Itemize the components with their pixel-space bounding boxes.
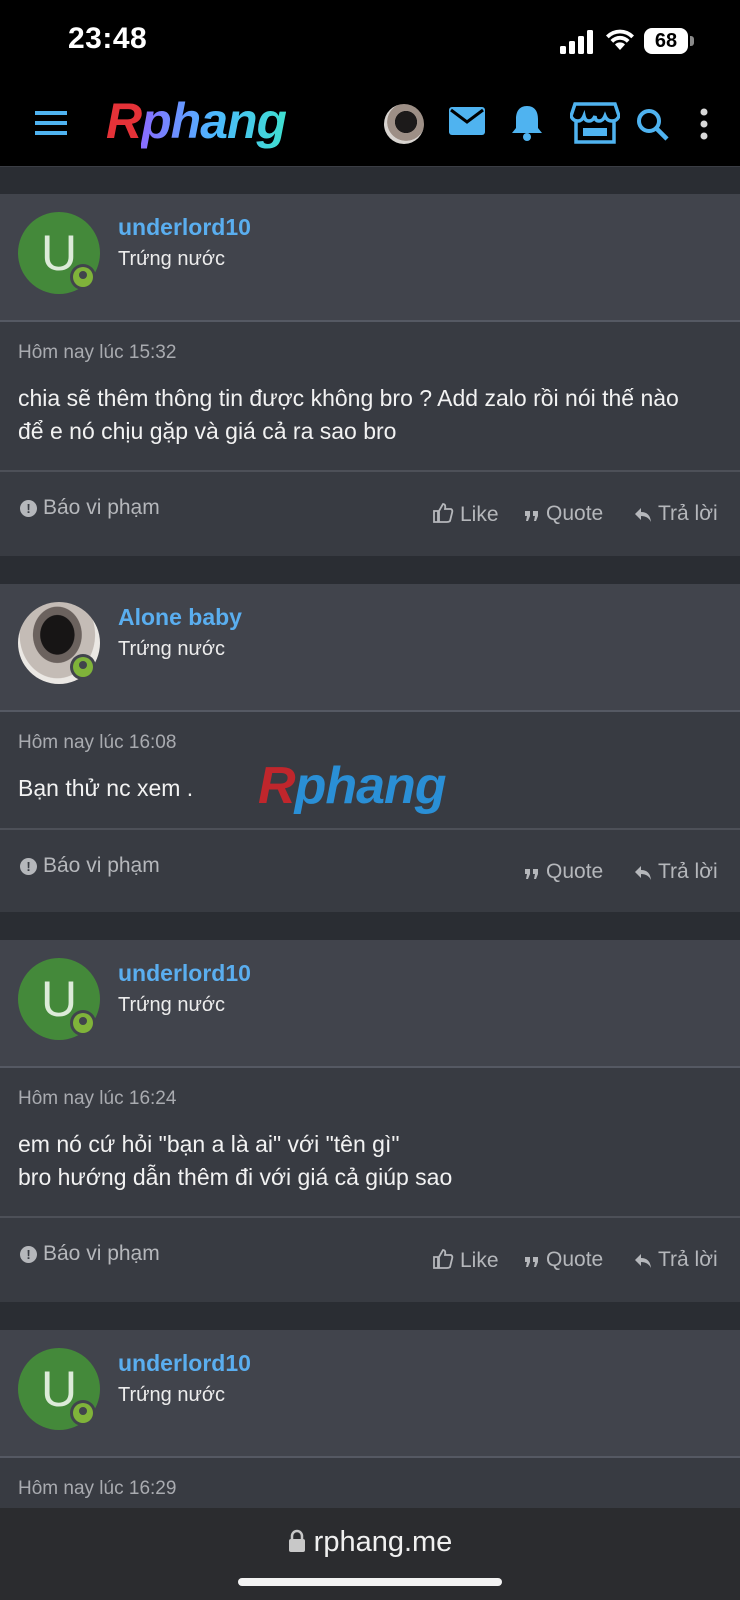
quote-icon: [525, 869, 538, 879]
reply-icon: [635, 508, 651, 522]
quote-button[interactable]: Quote: [524, 502, 603, 526]
user-title: Trứng nước: [118, 994, 225, 1016]
signal-icon: [560, 30, 596, 54]
post-actions: ! Báo vi phạm Like Quote Trả lời: [0, 470, 740, 556]
quote-label: Quote: [546, 860, 604, 883]
report-label: Báo vi phạm: [43, 496, 160, 519]
username-link[interactable]: underlord10: [118, 1350, 251, 1377]
like-button[interactable]: Like: [432, 502, 499, 527]
quote-button[interactable]: Quote: [524, 860, 603, 884]
browser-url-bar[interactable]: rphang.me: [0, 1508, 740, 1600]
post-date[interactable]: Hôm nay lúc 16:08: [18, 732, 176, 754]
report-label: Báo vi phạm: [43, 1242, 160, 1265]
online-status-icon: [70, 1010, 96, 1036]
watermark-letter: R: [258, 757, 296, 815]
watermark-text: phang: [294, 757, 447, 815]
post-2: Alone baby Trứng nước Hôm nay lúc 16:08 …: [0, 584, 740, 912]
quote-button[interactable]: Quote: [524, 1248, 603, 1272]
post-date[interactable]: Hôm nay lúc 16:29: [18, 1478, 176, 1500]
reply-label: Trả lời: [658, 860, 718, 883]
username-link[interactable]: underlord10: [118, 960, 251, 987]
reply-button[interactable]: Trả lời: [634, 502, 718, 526]
bell-icon[interactable]: [510, 104, 544, 142]
report-button[interactable]: ! Báo vi phạm: [20, 496, 160, 520]
like-label: Like: [460, 503, 499, 526]
thumbs-up-icon: [433, 503, 454, 523]
post-header: U underlord10 Trứng nước: [0, 194, 740, 322]
post-text-line: bro hướng dẫn thêm đi với giá cả giúp sa…: [18, 1164, 453, 1190]
thumbs-up-icon: [433, 1249, 454, 1269]
status-bar: 23:48: [0, 0, 740, 82]
battery-tip: [690, 36, 694, 46]
quote-icon: [525, 511, 538, 521]
menu-icon[interactable]: [34, 108, 68, 138]
post-actions: ! Báo vi phạm Quote Trả lời: [0, 828, 740, 914]
battery-level: 68: [654, 30, 678, 52]
online-status-icon: [70, 654, 96, 680]
logo-letter: R: [106, 93, 142, 149]
post-text-line: để e nó chịu gặp và giá cả ra sao bro: [18, 418, 397, 444]
site-logo[interactable]: Rphang: [106, 92, 287, 150]
post-header: Alone baby Trứng nước: [0, 584, 740, 712]
post-1: U underlord10 Trứng nước Hôm nay lúc 15:…: [0, 194, 740, 556]
post-body: em nó cứ hỏi "bạn a là ai" với "tên gì" …: [18, 1128, 718, 1194]
reply-icon: [635, 866, 651, 880]
online-status-icon: [70, 1400, 96, 1426]
alert-icon: !: [20, 1246, 37, 1263]
post-date[interactable]: Hôm nay lúc 15:32: [18, 342, 176, 364]
username-link[interactable]: Alone baby: [118, 604, 242, 631]
reply-button[interactable]: Trả lời: [634, 1248, 718, 1272]
like-label: Like: [460, 1249, 499, 1272]
watermark-logo: Rphang: [258, 756, 447, 816]
username-link[interactable]: underlord10: [118, 214, 251, 241]
search-icon[interactable]: [636, 108, 670, 142]
report-button[interactable]: ! Báo vi phạm: [20, 1242, 160, 1266]
online-status-icon: [70, 264, 96, 290]
user-title: Trứng nước: [118, 1384, 225, 1406]
avatar[interactable]: [384, 104, 424, 144]
wifi-icon: [606, 29, 634, 50]
post-body: chia sẽ thêm thông tin được không bro ? …: [18, 382, 718, 448]
status-time: 23:48: [68, 22, 148, 55]
store-icon[interactable]: [570, 102, 620, 144]
post-header: U underlord10 Trứng nước: [0, 940, 740, 1068]
like-button[interactable]: Like: [432, 1248, 499, 1273]
quote-icon: [525, 1257, 538, 1267]
home-indicator[interactable]: [238, 1578, 502, 1586]
post-text-line: em nó cứ hỏi "bạn a là ai" với "tên gì": [18, 1131, 400, 1157]
reply-label: Trả lời: [658, 502, 718, 525]
quote-label: Quote: [546, 502, 604, 525]
url-display[interactable]: rphang.me: [0, 1526, 740, 1559]
mail-icon[interactable]: [448, 106, 486, 136]
user-title: Trứng nước: [118, 638, 225, 660]
report-button[interactable]: ! Báo vi phạm: [20, 854, 160, 878]
more-vertical-icon[interactable]: [698, 108, 710, 140]
logo-text: phang: [141, 93, 287, 149]
post-header: U underlord10 Trứng nước: [0, 1330, 740, 1458]
alert-icon: !: [20, 858, 37, 875]
reply-button[interactable]: Trả lời: [634, 860, 718, 884]
alert-icon: !: [20, 500, 37, 517]
post-text-line: chia sẽ thêm thông tin được không bro ? …: [18, 385, 679, 411]
battery-icon: 68: [644, 28, 688, 54]
post-4: U underlord10 Trứng nước Hôm nay lúc 16:…: [0, 1330, 740, 1520]
post-actions: ! Báo vi phạm Like Quote Trả lời: [0, 1216, 740, 1302]
post-3: U underlord10 Trứng nước Hôm nay lúc 16:…: [0, 940, 740, 1302]
quote-label: Quote: [546, 1248, 604, 1271]
lock-icon: [288, 1529, 305, 1552]
reply-label: Trả lời: [658, 1248, 718, 1271]
post-date[interactable]: Hôm nay lúc 16:24: [18, 1088, 176, 1110]
report-label: Báo vi phạm: [43, 854, 160, 877]
reply-icon: [635, 1254, 651, 1268]
url-text: rphang.me: [313, 1526, 453, 1558]
user-title: Trứng nước: [118, 248, 225, 270]
